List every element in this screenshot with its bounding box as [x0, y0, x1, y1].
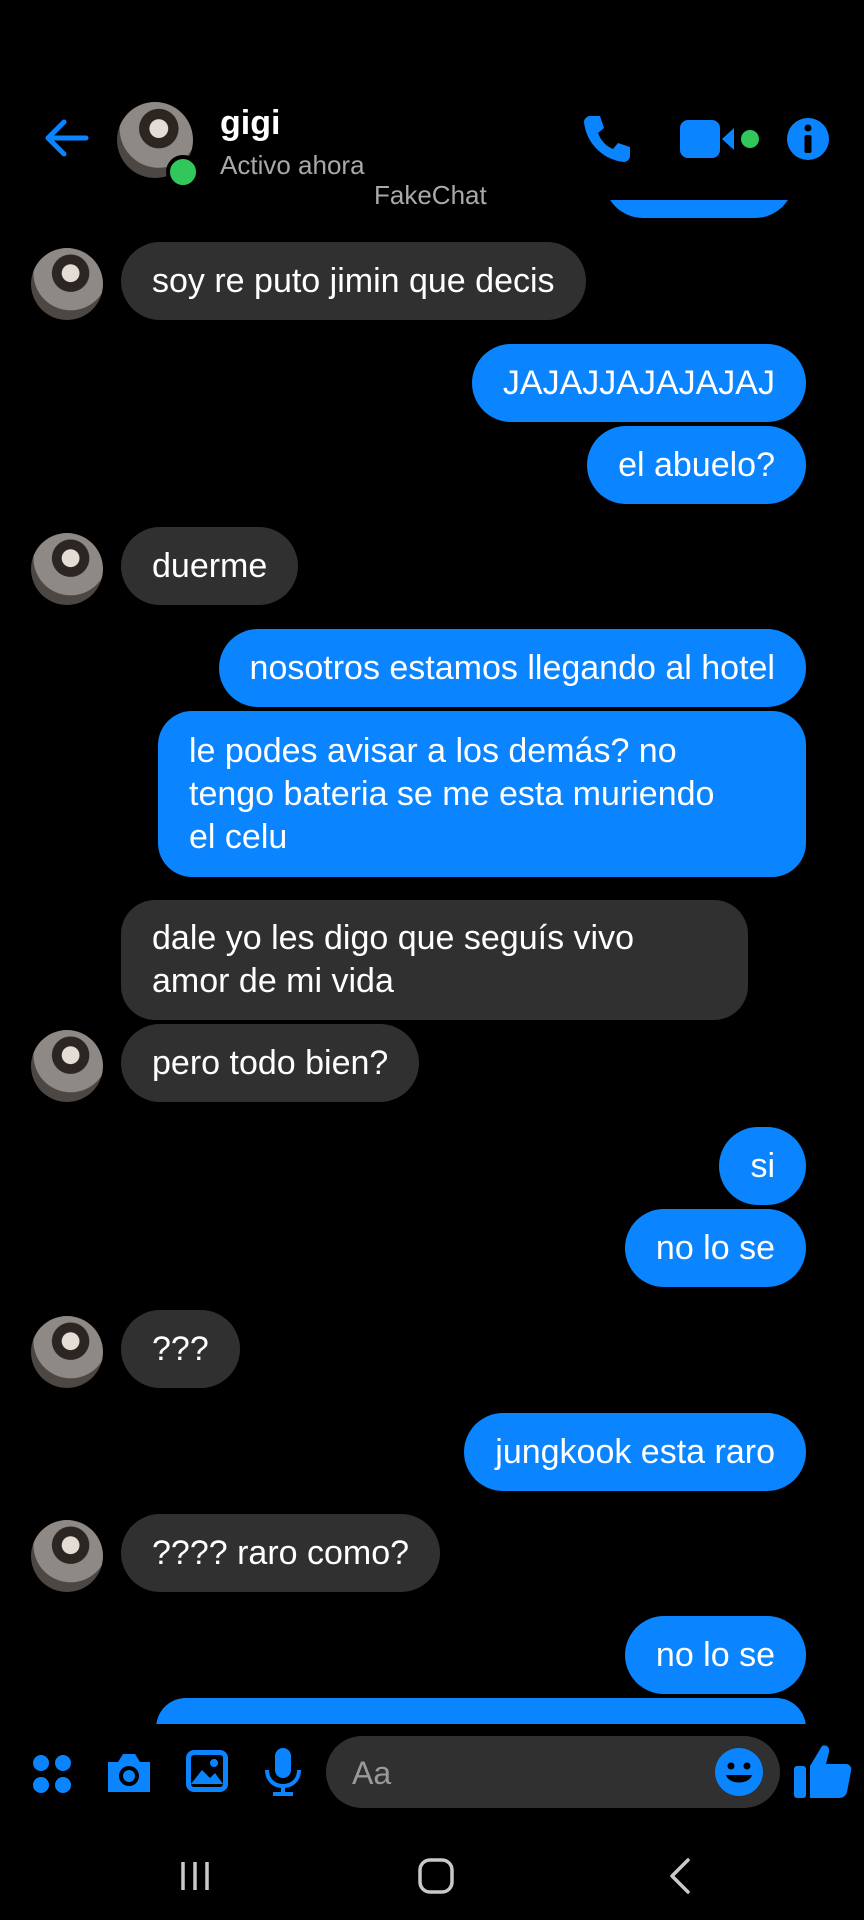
- received-message[interactable]: pero todo bien?: [121, 1024, 420, 1102]
- partial-sent-bubble: [604, 200, 794, 218]
- microphone-icon[interactable]: [262, 1746, 304, 1798]
- apps-grid-icon[interactable]: [30, 1752, 74, 1796]
- received-message[interactable]: ???? raro como?: [121, 1514, 441, 1592]
- back-arrow-icon[interactable]: [40, 112, 92, 164]
- chat-header: gigi Activo ahora FakeChat: [0, 0, 864, 210]
- message-list[interactable]: soy re puto jimin que decis JAJAJJAJAJAJ…: [0, 200, 864, 1724]
- sent-message[interactable]: no lo se: [624, 1209, 806, 1287]
- sent-message[interactable]: nosotros estamos llegando al hotel: [218, 629, 806, 707]
- sent-message[interactable]: JAJAJJAJAJAJAJ: [471, 344, 806, 422]
- received-message[interactable]: dale yo les digo que seguís vivo amor de…: [121, 900, 748, 1020]
- thumbs-up-icon[interactable]: [792, 1740, 854, 1802]
- info-icon[interactable]: [786, 117, 830, 161]
- contact-status: Activo ahora: [220, 150, 365, 180]
- home-icon[interactable]: [414, 1854, 458, 1898]
- sender-avatar: [31, 1520, 103, 1592]
- camera-icon[interactable]: [104, 1750, 154, 1796]
- received-message[interactable]: duerme: [121, 527, 299, 605]
- sender-avatar: [31, 1030, 103, 1102]
- sent-message[interactable]: si: [719, 1127, 806, 1205]
- partial-sent-bubble: [156, 1698, 806, 1724]
- received-message[interactable]: ???: [121, 1310, 240, 1388]
- recent-apps-icon[interactable]: [175, 1856, 215, 1896]
- watermark-text: FakeChat: [374, 180, 487, 210]
- emoji-icon[interactable]: [714, 1747, 764, 1797]
- sent-message[interactable]: no lo se: [624, 1616, 806, 1694]
- sender-avatar: [31, 248, 103, 320]
- sent-message[interactable]: el abuelo?: [587, 426, 806, 504]
- online-indicator: [166, 155, 200, 189]
- sent-message[interactable]: le podes avisar a los demás? no tengo ba…: [158, 711, 806, 877]
- contact-name[interactable]: gigi: [220, 104, 280, 143]
- message-input-container[interactable]: [326, 1736, 780, 1810]
- received-message[interactable]: soy re puto jimin que decis: [121, 242, 586, 320]
- image-icon[interactable]: [184, 1748, 230, 1794]
- nav-back-icon[interactable]: [660, 1854, 700, 1898]
- video-camera-icon[interactable]: [678, 116, 768, 164]
- sender-avatar: [31, 1316, 103, 1388]
- phone-icon[interactable]: [578, 110, 634, 166]
- message-input[interactable]: [350, 1736, 694, 1810]
- system-nav-bar: [0, 1834, 864, 1920]
- sent-message[interactable]: jungkook esta raro: [464, 1413, 806, 1491]
- sender-avatar: [31, 533, 103, 605]
